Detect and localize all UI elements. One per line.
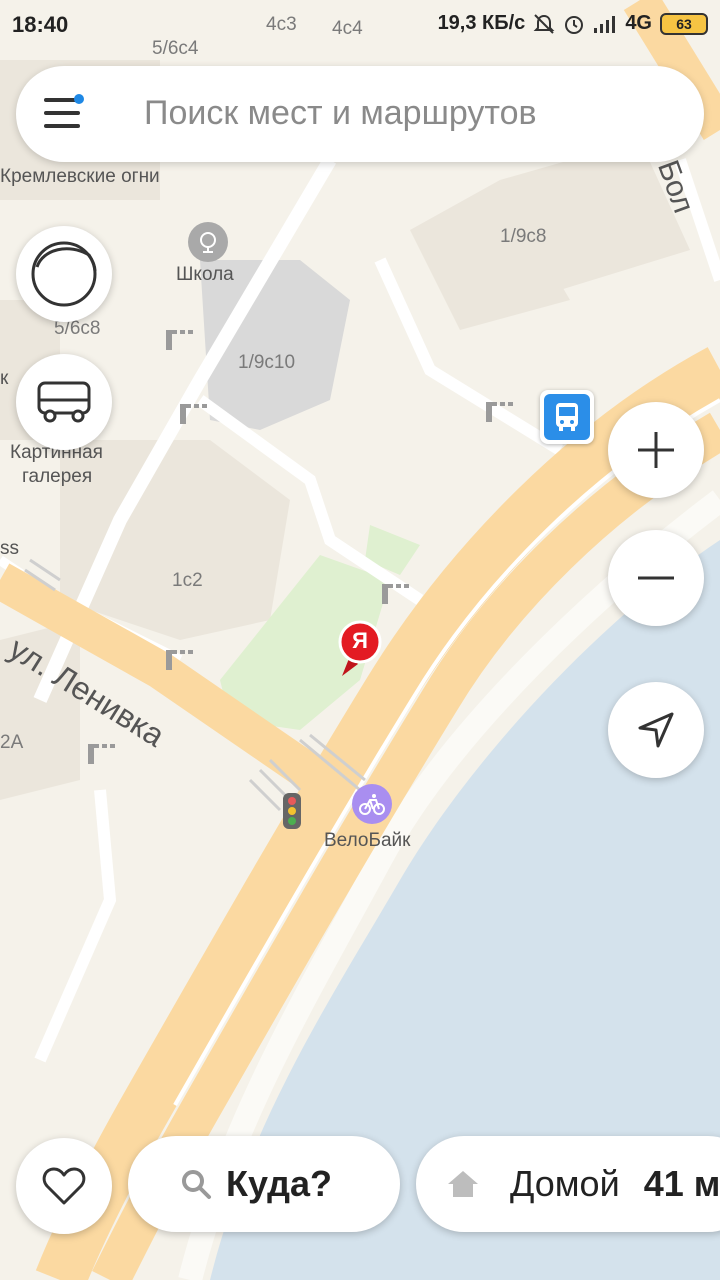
map-label-poi: Кремлевские огни (0, 166, 160, 187)
map-label-building: 2А (0, 732, 24, 753)
alarm-icon (565, 15, 584, 34)
home-eta: 41 м (643, 1163, 720, 1204)
search-bar[interactable]: Поиск мест и маршрутов (16, 66, 704, 162)
school-poi-icon[interactable] (188, 222, 228, 262)
network-speed: 19,3 КБ/с (437, 12, 526, 34)
home-route-button[interactable]: Домой 41 м (416, 1136, 720, 1232)
navigation-arrow-icon (638, 712, 674, 748)
map-label-poi: галерея (22, 466, 93, 487)
zoom-in-button[interactable] (608, 402, 704, 498)
network-type: 4G (625, 12, 652, 34)
map-label-poi: Школа (176, 264, 234, 285)
home-icon (448, 1171, 478, 1197)
bus-icon (37, 381, 91, 423)
where-to-label: Куда? (226, 1163, 332, 1204)
bike-rental-icon[interactable] (352, 784, 392, 824)
search-input[interactable]: Поиск мест и маршрутов (144, 94, 537, 133)
map-label-building: 1/9с10 (238, 352, 296, 373)
transport-layer-button[interactable] (16, 354, 112, 450)
barrier-icon (486, 402, 516, 422)
home-label: Домой (510, 1163, 620, 1204)
map-label-building: 1/9с8 (500, 226, 547, 247)
avatar-icon (31, 241, 97, 307)
plus-icon (638, 432, 674, 468)
traffic-light-icon (283, 793, 301, 829)
bus-stop-icon (544, 394, 590, 440)
user-marker-letter: Я (352, 628, 368, 653)
notification-dot (74, 94, 84, 104)
barrier-icon (88, 744, 118, 764)
heart-icon (42, 1167, 86, 1205)
battery-icon: 63 (660, 12, 708, 35)
barrier-icon (382, 584, 412, 604)
signal-icon (594, 15, 616, 33)
menu-icon[interactable] (44, 94, 84, 132)
map-label-poi: к (0, 368, 9, 389)
barrier-icon (166, 650, 196, 670)
search-icon (182, 1170, 211, 1199)
zoom-out-button[interactable] (608, 530, 704, 626)
map-label-poi: ВелоБайк (324, 830, 411, 851)
barrier-icon (166, 330, 196, 350)
minus-icon (638, 576, 674, 580)
where-to-button[interactable]: Куда? (128, 1136, 400, 1232)
favorites-button[interactable] (16, 1138, 112, 1234)
map-label-building: 1с2 (172, 570, 203, 591)
user-location-marker[interactable]: Я (336, 620, 384, 685)
status-bar: 18:40 19,3 КБ/с 4G 63 (0, 0, 720, 52)
my-location-button[interactable] (608, 682, 704, 778)
barrier-icon (180, 404, 210, 424)
mute-bell-icon (533, 13, 555, 34)
bus-stop-marker[interactable] (540, 390, 594, 444)
status-icons: 19,3 КБ/с 4G 63 (438, 12, 708, 35)
map-label-poi: ss (0, 538, 19, 559)
avatar-button[interactable] (16, 226, 112, 322)
status-time: 18:40 (12, 12, 69, 37)
